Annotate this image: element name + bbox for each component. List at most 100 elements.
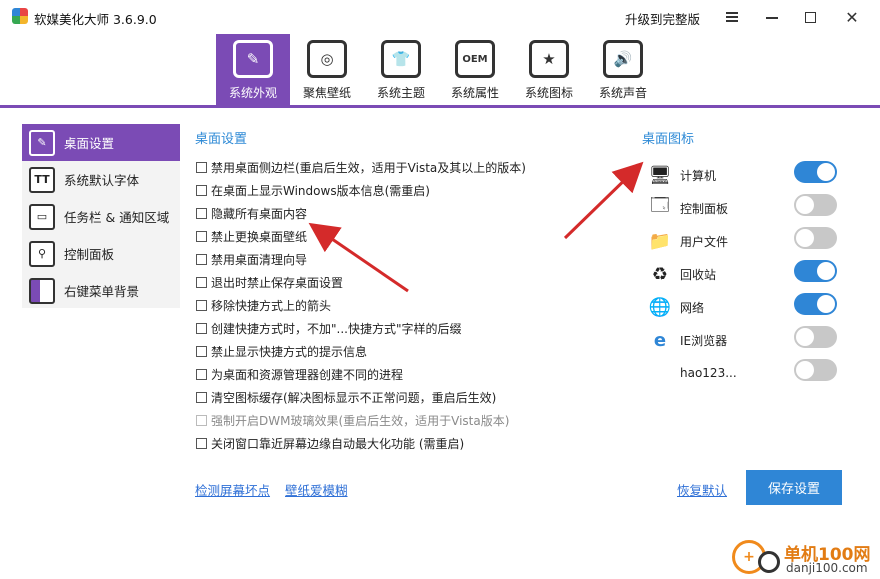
tab-system-icons[interactable]: ★ 系统图标 xyxy=(512,34,586,105)
tab-label: 聚焦壁纸 xyxy=(302,86,351,100)
option-label: 移除快捷方式上的箭头 xyxy=(211,298,332,313)
app-title: 软媒美化大师 3.6.9.0 xyxy=(34,12,157,27)
option-no-save-on-exit[interactable]: 退出时禁止保存桌面设置 xyxy=(196,273,343,291)
toggle-user-files[interactable] xyxy=(794,227,837,249)
check-dead-pixels-link[interactable]: 检测屏幕坏点 xyxy=(195,480,270,499)
option-label: 强制开启DWM玻璃效果(重启后生效，适用于Vista版本) xyxy=(211,413,510,428)
desktop-icon-label: hao123... xyxy=(680,366,737,380)
tab-label: 系统属性 xyxy=(450,86,499,100)
desktop-settings-title: 桌面设置 xyxy=(195,132,248,147)
option-label: 禁止更换桌面壁纸 xyxy=(211,229,308,244)
recycle-bin-icon: ♻ xyxy=(651,263,669,285)
wallpaper-blur-link[interactable]: 壁纸爱模糊 xyxy=(285,480,348,499)
computer-icon: 🖥 xyxy=(648,164,672,186)
checkbox[interactable] xyxy=(196,322,207,334)
tab-label: 系统图标 xyxy=(524,86,573,100)
option-disable-aero-snap[interactable]: 关闭窗口靠近屏幕边缘自动最大化功能 (需重启) xyxy=(196,434,464,452)
desktop-icon-row: 🗔 控制面板 xyxy=(646,193,728,223)
checkbox[interactable] xyxy=(196,253,207,265)
toggle-hao123[interactable] xyxy=(794,359,837,381)
sidebar-item-desktop-settings[interactable]: ✎ 桌面设置 xyxy=(22,124,180,161)
tab-label: 系统主题 xyxy=(376,86,425,100)
control-panel-icon: 🗔 xyxy=(650,195,670,216)
option-label: 在桌面上显示Windows版本信息(需重启) xyxy=(211,183,430,198)
search-panel-icon: ⚲ xyxy=(29,240,55,267)
close-icon[interactable]: ✕ xyxy=(832,0,872,34)
minimize-icon[interactable] xyxy=(752,0,792,34)
save-settings-button[interactable]: 保存设置 xyxy=(746,470,842,505)
option-label: 禁止显示快捷方式的提示信息 xyxy=(211,344,368,359)
option-disable-cleanup-wizard[interactable]: 禁用桌面清理向导 xyxy=(196,250,307,268)
oem-icon: OEM xyxy=(455,40,495,78)
checkbox[interactable] xyxy=(196,161,207,173)
restore-defaults-link[interactable]: 恢复默认 xyxy=(677,480,727,499)
tab-label: 系统声音 xyxy=(598,86,647,100)
toggle-recycle-bin[interactable] xyxy=(794,260,837,282)
checkbox[interactable] xyxy=(196,437,207,449)
checkbox[interactable] xyxy=(196,368,207,380)
option-hide-desktop[interactable]: 隐藏所有桌面内容 xyxy=(196,204,307,222)
checkbox[interactable] xyxy=(196,391,207,403)
option-label: 禁用桌面清理向导 xyxy=(211,252,308,267)
checkbox[interactable] xyxy=(196,230,207,242)
checkbox[interactable] xyxy=(196,276,207,288)
desktop-icon-row: 🖥 计算机 xyxy=(646,160,716,190)
watermark-circle-icon xyxy=(758,551,780,573)
ie-icon: e xyxy=(653,329,667,351)
option-clear-icon-cache[interactable]: 清空图标缓存(解决图标显示不正常问题，重启后生效) xyxy=(196,388,496,406)
sidebar-item-label: 任务栏 & 通知区域 xyxy=(64,210,170,225)
arrow-to-desktop-icons xyxy=(563,161,644,240)
menu-icon[interactable] xyxy=(712,0,752,34)
checkbox[interactable] xyxy=(196,184,207,196)
desktop-icon-label: 网络 xyxy=(680,300,705,315)
maximize-icon[interactable] xyxy=(790,0,830,34)
target-icon: ◎ xyxy=(307,40,347,78)
option-disable-sidebar[interactable]: 禁用桌面侧边栏(重启后生效，适用于Vista及其以上的版本) xyxy=(196,158,526,176)
desktop-icon-row: ♻ 回收站 xyxy=(646,259,716,289)
speaker-icon: 🔊 xyxy=(603,40,643,78)
option-force-dwm-glass: 强制开启DWM玻璃效果(重启后生效，适用于Vista版本) xyxy=(196,411,509,429)
app-logo-icon xyxy=(12,8,28,24)
checkbox[interactable] xyxy=(196,345,207,357)
desktop-icon-label: 用户文件 xyxy=(680,234,729,249)
user-folder-icon: 📁 xyxy=(648,230,672,252)
option-show-windows-version[interactable]: 在桌面上显示Windows版本信息(需重启) xyxy=(196,181,430,199)
desktop-icon-row: 🌐 网络 xyxy=(646,292,704,322)
sidebar-item-default-font[interactable]: TT 系统默认字体 xyxy=(22,161,180,198)
context-menu-icon xyxy=(29,277,55,304)
option-label: 退出时禁止保存桌面设置 xyxy=(211,275,344,290)
font-icon: TT xyxy=(29,166,55,193)
checkbox[interactable] xyxy=(196,207,207,219)
hao123-icon xyxy=(646,359,674,387)
upgrade-link[interactable]: 升级到完整版 xyxy=(625,9,700,28)
tab-system-appearance[interactable]: ✎ 系统外观 xyxy=(216,34,290,105)
checkbox[interactable] xyxy=(196,299,207,311)
taskbar-icon: ▭ xyxy=(29,203,55,230)
toggle-network[interactable] xyxy=(794,293,837,315)
brush-icon: ✎ xyxy=(29,129,55,156)
toggle-control-panel[interactable] xyxy=(794,194,837,216)
sidebar-item-control-panel[interactable]: ⚲ 控制面板 xyxy=(22,235,180,272)
toggle-computer[interactable] xyxy=(794,161,837,183)
desktop-icon-label: IE浏览器 xyxy=(680,333,728,348)
option-no-shortcut-suffix[interactable]: 创建快捷方式时，不加"...快捷方式"字样的后缀 xyxy=(196,319,461,337)
desktop-icon-row: e IE浏览器 xyxy=(646,325,727,355)
toggle-ie[interactable] xyxy=(794,326,837,348)
sidebar-item-label: 桌面设置 xyxy=(64,136,115,151)
sidebar-item-taskbar[interactable]: ▭ 任务栏 & 通知区域 xyxy=(22,198,180,235)
option-label: 关闭窗口靠近屏幕边缘自动最大化功能 (需重启) xyxy=(211,436,465,451)
tab-system-sounds[interactable]: 🔊 系统声音 xyxy=(586,34,660,105)
tab-system-theme[interactable]: 👕 系统主题 xyxy=(364,34,438,105)
option-separate-processes[interactable]: 为桌面和资源管理器创建不同的进程 xyxy=(196,365,403,383)
option-disable-wallpaper-change[interactable]: 禁止更换桌面壁纸 xyxy=(196,227,307,245)
sidebar: ✎ 桌面设置 TT 系统默认字体 ▭ 任务栏 & 通知区域 ⚲ 控制面板 右键菜… xyxy=(22,124,180,308)
option-remove-shortcut-arrow[interactable]: 移除快捷方式上的箭头 xyxy=(196,296,331,314)
tab-system-properties[interactable]: OEM 系统属性 xyxy=(438,34,512,105)
sidebar-item-label: 控制面板 xyxy=(64,247,115,262)
desktop-icon-label: 控制面板 xyxy=(680,201,729,216)
option-no-shortcut-tooltip[interactable]: 禁止显示快捷方式的提示信息 xyxy=(196,342,367,360)
option-label: 清空图标缓存(解决图标显示不正常问题，重启后生效) xyxy=(211,390,497,405)
desktop-icon-row: hao123... xyxy=(646,358,737,388)
tab-focus-wallpaper[interactable]: ◎ 聚焦壁纸 xyxy=(290,34,364,105)
sidebar-item-context-menu-bg[interactable]: 右键菜单背景 xyxy=(22,272,180,309)
